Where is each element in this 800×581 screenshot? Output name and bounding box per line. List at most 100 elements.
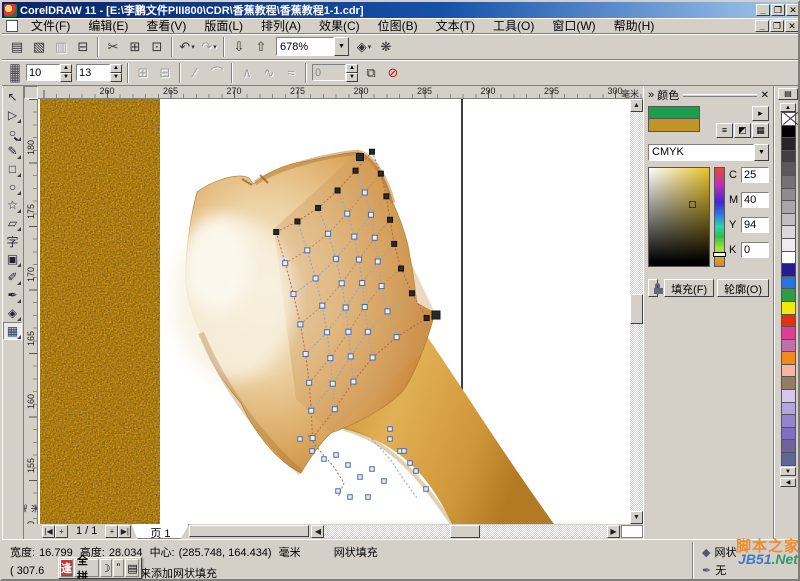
- color-swatch[interactable]: [781, 389, 796, 403]
- color-swatch[interactable]: [781, 452, 796, 466]
- mesh-node[interactable]: [330, 381, 335, 386]
- scroll-down-button[interactable]: ▼: [630, 511, 643, 524]
- mesh-node[interactable]: [348, 354, 353, 359]
- banana-drawing[interactable]: [38, 99, 630, 524]
- docker-chevron[interactable]: »: [648, 89, 654, 101]
- menu-item-7[interactable]: 位图(B): [369, 16, 427, 35]
- zoom-tool[interactable]: ○: [3, 124, 22, 142]
- stepper-arrows[interactable]: ▲▼: [60, 64, 72, 82]
- color-swatch[interactable]: [781, 200, 796, 214]
- mesh-node[interactable]: [370, 355, 375, 360]
- mesh-node[interactable]: [283, 261, 288, 266]
- show-color-palettes-button[interactable]: ▦: [752, 123, 769, 138]
- mesh-node[interactable]: [332, 407, 337, 412]
- document-icon[interactable]: [6, 20, 18, 32]
- mesh-node[interactable]: [346, 463, 351, 468]
- zoom-level-combo[interactable]: ▼: [276, 37, 349, 56]
- menu-item-4[interactable]: 版面(L): [195, 16, 252, 35]
- print-button[interactable]: ⊟: [72, 36, 94, 57]
- mesh-node[interactable]: [382, 479, 387, 484]
- mesh-node[interactable]: [432, 311, 440, 319]
- add-page-before-button[interactable]: +: [55, 525, 68, 538]
- mesh-node[interactable]: [316, 205, 321, 210]
- interactive-blend-tool[interactable]: ▣: [3, 250, 22, 268]
- mesh-node[interactable]: [320, 303, 325, 308]
- polygon-tool[interactable]: ☆: [3, 196, 22, 214]
- mesh-node[interactable]: [346, 329, 351, 334]
- color-swatch[interactable]: [781, 225, 796, 239]
- fill-tool[interactable]: ◈: [3, 304, 22, 322]
- mesh-node[interactable]: [339, 281, 344, 286]
- menu-item-2[interactable]: 编辑(E): [79, 16, 137, 35]
- color-swatch[interactable]: [781, 162, 796, 176]
- freehand-tool[interactable]: ✎: [3, 142, 22, 160]
- mesh-node[interactable]: [328, 356, 333, 361]
- minimize-button[interactable]: _: [756, 4, 770, 16]
- application-launcher-button[interactable]: ◈▾: [353, 36, 375, 57]
- doc-minimize-button[interactable]: _: [755, 20, 769, 32]
- color-swatch[interactable]: [781, 402, 796, 416]
- mesh-node[interactable]: [343, 305, 348, 310]
- ellipse-tool[interactable]: ○: [3, 178, 22, 196]
- mesh-node[interactable]: [322, 457, 327, 462]
- ruler-origin[interactable]: [24, 86, 38, 99]
- palette-scroll-up-icon[interactable]: ▲: [780, 103, 796, 112]
- combo-dropdown-icon[interactable]: ▼: [754, 144, 769, 161]
- mesh-node[interactable]: [351, 379, 356, 384]
- color-swatch[interactable]: [781, 276, 796, 290]
- shape-tool[interactable]: ▷: [3, 106, 22, 124]
- mesh-node[interactable]: [414, 469, 419, 474]
- mesh-node[interactable]: [325, 330, 330, 335]
- color-swatch[interactable]: [781, 439, 796, 453]
- basic-shapes-tool[interactable]: ▱: [3, 214, 22, 232]
- first-page-button[interactable]: |◀: [42, 525, 55, 538]
- last-page-button[interactable]: ▶|: [118, 525, 131, 538]
- mesh-node[interactable]: [333, 256, 338, 261]
- mesh-node[interactable]: [353, 168, 358, 173]
- color-swatch[interactable]: [781, 339, 796, 353]
- color-swatch[interactable]: [781, 364, 796, 378]
- mesh-node[interactable]: [298, 437, 303, 442]
- mesh-node[interactable]: [385, 309, 390, 314]
- open-button[interactable]: ▧: [28, 36, 50, 57]
- docker-flyout-button[interactable]: ▸: [752, 106, 769, 121]
- grid_cols-stepper[interactable]: ▲▼: [76, 64, 122, 82]
- mesh-node[interactable]: [357, 154, 364, 161]
- palette-scroll-down-icon[interactable]: ▼: [780, 467, 796, 476]
- mesh-node[interactable]: [357, 257, 362, 262]
- text-tool[interactable]: 字: [3, 232, 22, 250]
- paste-button[interactable]: ⊡: [146, 36, 168, 57]
- mesh-node[interactable]: [313, 276, 318, 281]
- mesh-node[interactable]: [424, 487, 429, 492]
- channel-value-input[interactable]: 94: [741, 217, 769, 233]
- dropdown-arrow-icon[interactable]: ▾: [368, 43, 372, 51]
- export-button[interactable]: ⇧: [250, 36, 272, 57]
- color-swatch[interactable]: [781, 414, 796, 428]
- scroll-right-button[interactable]: ▶: [607, 525, 620, 538]
- color-swatch[interactable]: [781, 238, 796, 252]
- mesh-node[interactable]: [298, 322, 303, 327]
- mesh-node[interactable]: [309, 408, 314, 413]
- mesh-node[interactable]: [388, 427, 393, 432]
- mesh-node[interactable]: [370, 467, 375, 472]
- vertical-scrollbar[interactable]: ▲ ▼: [630, 99, 643, 524]
- docker-close-icon[interactable]: ✕: [761, 90, 769, 101]
- channel-value-input[interactable]: 25: [741, 167, 769, 183]
- mesh-node[interactable]: [384, 194, 389, 199]
- mesh-node[interactable]: [274, 230, 279, 235]
- gold-texture-rectangle[interactable]: [40, 99, 160, 524]
- fill-button[interactable]: 填充(F): [664, 279, 714, 297]
- menu-item-5[interactable]: 排列(A): [252, 16, 310, 35]
- corel-community-button[interactable]: ❋: [375, 36, 397, 57]
- ime-logo-icon[interactable]: 逢: [60, 559, 73, 577]
- cut-button[interactable]: ✂: [102, 36, 124, 57]
- mesh-node[interactable]: [402, 449, 407, 454]
- restore-button[interactable]: ❐: [771, 4, 785, 16]
- mesh-node[interactable]: [368, 212, 373, 217]
- ime-toolbar[interactable]: 逢 全拼 ☽ ” ▤: [58, 557, 142, 579]
- doc-close-button[interactable]: ✕: [785, 20, 799, 32]
- show-color-sliders-button[interactable]: ≡: [716, 123, 733, 138]
- mesh-node[interactable]: [305, 248, 310, 253]
- color-swatch[interactable]: [781, 301, 796, 315]
- copy-button[interactable]: ⊞: [124, 36, 146, 57]
